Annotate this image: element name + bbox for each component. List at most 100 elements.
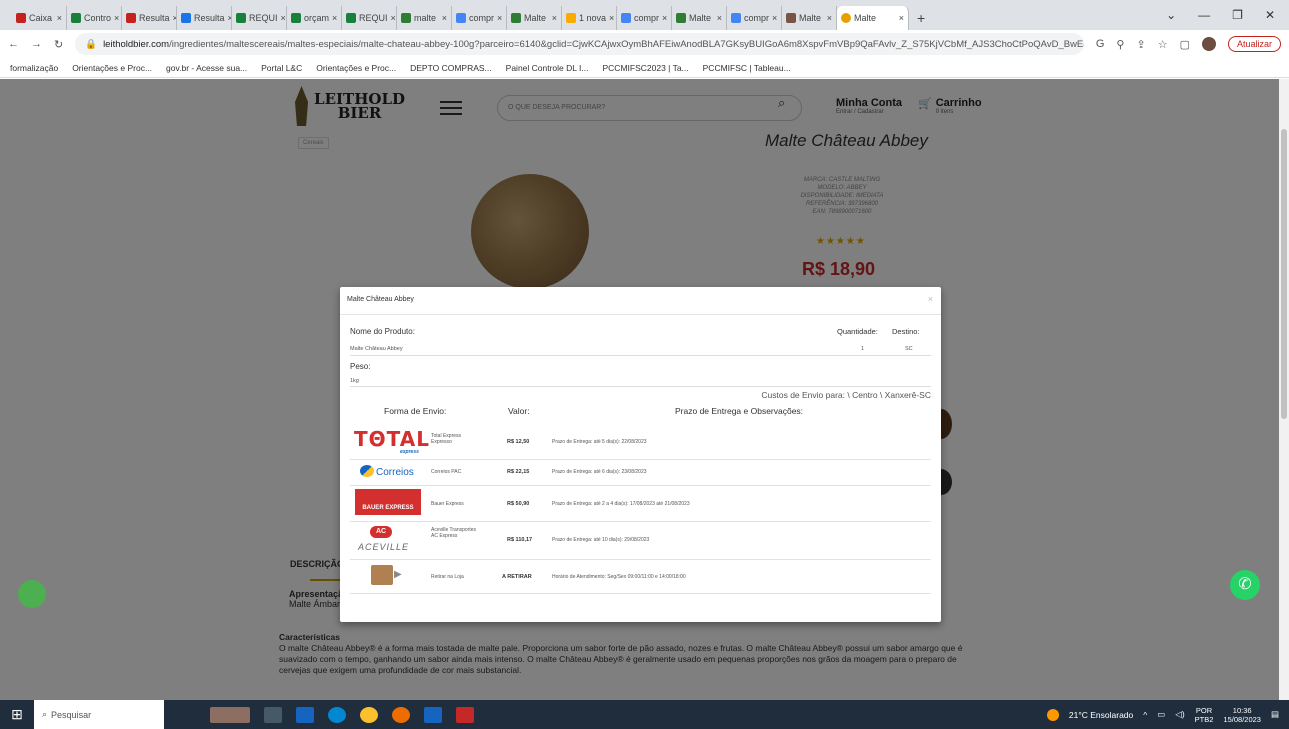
browser-tab[interactable]: Resulta× xyxy=(177,6,232,30)
browser-tab[interactable]: REQUI × xyxy=(342,6,397,30)
close-tab-icon[interactable]: × xyxy=(442,13,447,23)
aceville-logo: ACEVILLE xyxy=(358,542,410,552)
close-tab-icon[interactable]: × xyxy=(662,13,667,23)
close-tab-icon[interactable]: × xyxy=(57,13,62,23)
minimize-icon[interactable]: — xyxy=(1198,8,1210,22)
browser-tab[interactable]: REQUI × xyxy=(232,6,287,30)
close-tab-icon[interactable]: × xyxy=(332,13,337,23)
weight-label: Peso: xyxy=(350,362,371,371)
browser-tab[interactable]: compr × xyxy=(452,6,507,30)
network-icon[interactable]: ▭ xyxy=(1157,709,1165,720)
shipping-value: R$ 22,15 xyxy=(507,469,530,475)
browser-tab-strip: Caixa× Contro× Resulta× Resulta× REQUI× … xyxy=(0,0,1289,30)
update-button[interactable]: Atualizar xyxy=(1227,36,1281,52)
whatsapp-icon[interactable]: ✆ xyxy=(1230,570,1260,600)
site-icon xyxy=(841,13,851,23)
col-deadline-header: Prazo de Entrega e Observações: xyxy=(675,406,804,416)
forward-icon[interactable]: → xyxy=(31,38,42,50)
site-icon xyxy=(676,13,686,23)
express-tag: express xyxy=(400,449,419,455)
taskbar-widget-icon[interactable] xyxy=(210,706,250,723)
bookmark-star-icon[interactable]: ☆ xyxy=(1158,38,1168,51)
browser-tab[interactable]: compr × xyxy=(617,6,672,30)
sidepanel-icon[interactable]: ▢ xyxy=(1180,38,1190,51)
tab-search-icon[interactable]: ⌄ xyxy=(1166,8,1176,22)
notifications-icon[interactable]: ▤ xyxy=(1271,709,1279,720)
browser-tab[interactable]: Caixa × xyxy=(12,6,67,30)
profile-avatar[interactable] xyxy=(1201,37,1216,51)
google-lens-icon[interactable]: G xyxy=(1096,38,1105,50)
shipping-value: A RETIRAR xyxy=(502,574,532,580)
bookmark-item[interactable]: PCCMIFSC | Tableau... xyxy=(703,63,791,73)
shipping-service: Bauer Express xyxy=(431,501,464,507)
back-icon[interactable]: ← xyxy=(8,38,19,50)
bookmark-item[interactable]: gov.br - Acesse sua... xyxy=(166,63,247,73)
total-express-logo: TΘTAL xyxy=(354,427,430,451)
weather-text[interactable]: 21°C Ensolarado xyxy=(1069,710,1133,720)
browser-tab[interactable]: orçam × xyxy=(287,6,342,30)
url-bar[interactable]: 🔒 leitholdbier.com/ingredientes/maltesce… xyxy=(75,33,1084,55)
volume-icon[interactable]: ◁) xyxy=(1175,709,1184,720)
page-scrollbar[interactable] xyxy=(1279,79,1289,700)
reload-icon[interactable]: ↻ xyxy=(54,38,63,51)
close-tab-icon[interactable]: × xyxy=(717,13,722,23)
close-tab-icon[interactable]: × xyxy=(899,13,904,23)
language-indicator[interactable]: POR PTB2 xyxy=(1195,706,1214,724)
close-tab-icon[interactable]: × xyxy=(281,13,286,23)
browser-tab[interactable]: Malte × xyxy=(782,6,837,30)
new-tab-icon[interactable]: + xyxy=(917,6,925,30)
close-tab-icon[interactable]: × xyxy=(497,13,502,23)
bookmark-item[interactable]: Portal L&C xyxy=(261,63,302,73)
close-tab-icon[interactable]: × xyxy=(609,13,614,23)
clock[interactable]: 10:36 15/08/2023 xyxy=(1223,706,1261,724)
scrollbar-thumb[interactable] xyxy=(1281,129,1287,419)
shipping-deadline: Horário de Atendimento: Seg/Sex 09:00/11… xyxy=(552,574,686,580)
windows-start-icon[interactable]: ⊞ xyxy=(0,706,34,723)
close-window-icon[interactable]: ✕ xyxy=(1265,8,1275,22)
browser-tab[interactable]: Resulta× xyxy=(122,6,177,30)
bookmark-item[interactable]: formalização xyxy=(10,63,58,73)
bookmark-item[interactable]: Orientações e Proc... xyxy=(72,63,152,73)
close-icon[interactable]: × xyxy=(928,294,933,304)
bookmark-item[interactable]: PCCMIFSC2023 | Ta... xyxy=(603,63,689,73)
tray-chevron-icon[interactable]: ^ xyxy=(1143,710,1147,720)
browser-tab[interactable]: compr × xyxy=(727,6,782,30)
zoom-icon[interactable]: ⚲ xyxy=(1116,38,1124,51)
site-icon xyxy=(786,13,796,23)
maximize-icon[interactable]: ❐ xyxy=(1232,8,1243,22)
bookmark-item[interactable]: Orientações e Proc... xyxy=(316,63,396,73)
product-name-value: Malte Château Abbey xyxy=(350,346,403,352)
browser-tab[interactable]: 1 nova × xyxy=(562,6,617,30)
chrome-icon[interactable] xyxy=(360,706,378,723)
shipping-modal: Malte Château Abbey × Nome do Produto: M… xyxy=(340,287,941,622)
task-view-icon[interactable] xyxy=(264,706,282,723)
browser-tab[interactable]: Contro × xyxy=(67,6,122,30)
close-tab-icon[interactable]: × xyxy=(391,13,396,23)
close-tab-icon[interactable]: × xyxy=(827,13,832,23)
shipping-value: R$ 110,17 xyxy=(507,537,533,543)
chat-fab-icon[interactable] xyxy=(18,580,46,608)
close-tab-icon[interactable]: × xyxy=(114,13,119,23)
acrobat-icon[interactable] xyxy=(456,706,474,723)
edge-icon[interactable] xyxy=(328,706,346,723)
browser-tab[interactable]: malte × xyxy=(397,6,452,30)
browser-tab[interactable]: Malte × xyxy=(672,6,727,30)
bookmark-item[interactable]: DEPTO COMPRAS... xyxy=(410,63,492,73)
browser-tab[interactable]: Malte × xyxy=(507,6,562,30)
window-controls: ⌄ — ❐ ✕ xyxy=(1166,0,1289,30)
row-divider xyxy=(350,559,931,560)
quantity-label: Quantidade: xyxy=(837,327,878,336)
firefox-icon[interactable] xyxy=(392,706,410,723)
divider xyxy=(350,386,931,387)
file-explorer-icon[interactable] xyxy=(296,706,314,723)
bauer-express-logo: BAUER EXPRESS xyxy=(355,489,421,515)
close-tab-icon[interactable]: × xyxy=(772,13,777,23)
close-tab-icon[interactable]: × xyxy=(552,13,557,23)
share-icon[interactable]: ⇪ xyxy=(1136,38,1145,51)
word-icon[interactable] xyxy=(424,706,442,723)
bookmark-item[interactable]: Painel Controle DL I... xyxy=(506,63,589,73)
correios-icon xyxy=(360,465,374,477)
taskbar-search[interactable]: ⌕ Pesquisar xyxy=(34,700,164,729)
shipping-value: R$ 50,90 xyxy=(507,501,530,507)
browser-tab-active[interactable]: Malte × xyxy=(837,6,909,30)
